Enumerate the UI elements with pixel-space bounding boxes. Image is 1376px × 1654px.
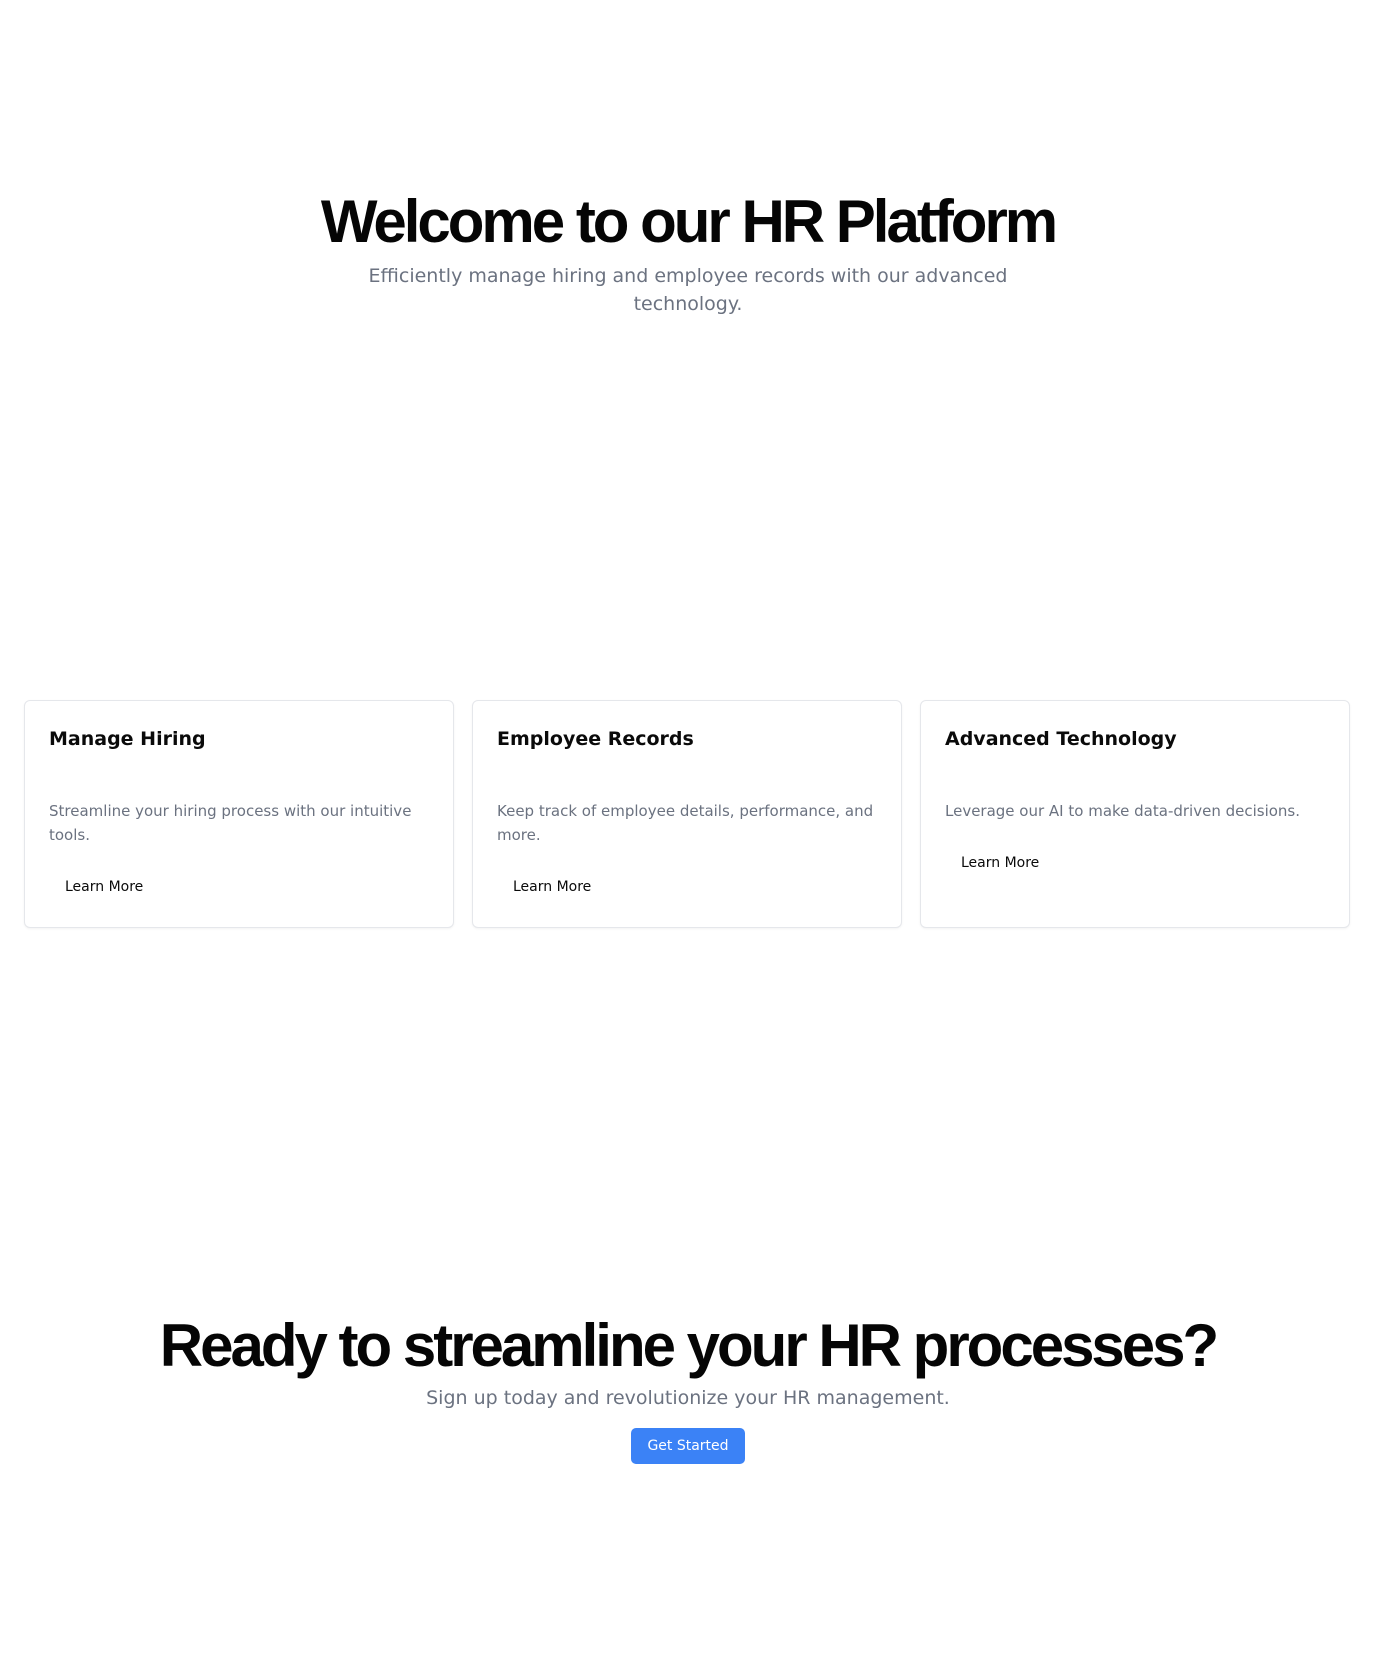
feature-card-employee-records: Employee Records Keep track of employee … — [472, 700, 902, 928]
feature-card-advanced-technology: Advanced Technology Leverage our AI to m… — [920, 700, 1350, 928]
cta-title: Ready to streamline your HR processes? — [159, 1312, 1219, 1379]
card-title: Employee Records — [497, 728, 694, 750]
card-title: Manage Hiring — [49, 728, 206, 750]
hero-title: Welcome to our HR Platform — [320, 188, 1058, 255]
learn-more-button[interactable]: Learn More — [49, 869, 159, 905]
card-description: Leverage our AI to make data-driven deci… — [945, 802, 1301, 820]
feature-cards: Manage Hiring Streamline your hiring pro… — [24, 700, 1352, 930]
learn-more-button[interactable]: Learn More — [497, 869, 607, 905]
learn-more-button[interactable]: Learn More — [945, 845, 1055, 881]
hero-subtitle: Efficiently manage hiring and employee r… — [368, 265, 1008, 315]
card-title: Advanced Technology — [945, 728, 1177, 750]
get-started-button[interactable]: Get Started — [631, 1428, 745, 1464]
card-description: Streamline your hiring process with our … — [49, 802, 412, 844]
cta-subtitle: Sign up today and revolutionize your HR … — [426, 1387, 950, 1409]
cta-section: Ready to streamline your HR processes? S… — [0, 1310, 1376, 1464]
feature-card-manage-hiring: Manage Hiring Streamline your hiring pro… — [24, 700, 454, 928]
hero-section: Welcome to our HR Platform Efficiently m… — [0, 186, 1376, 318]
card-description: Keep track of employee details, performa… — [497, 802, 874, 844]
